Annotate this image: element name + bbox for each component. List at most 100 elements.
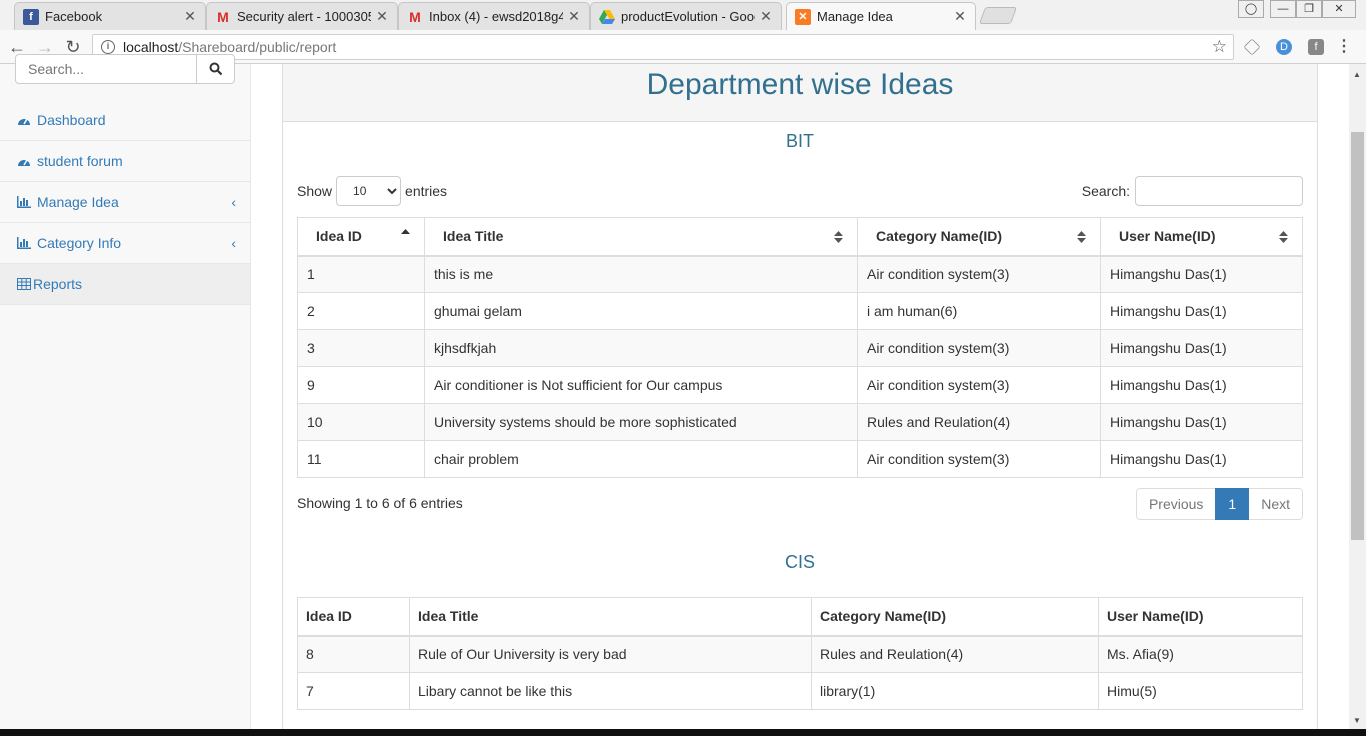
gmail-icon: M — [217, 8, 229, 25]
cell-user: Himu(5) — [1098, 672, 1303, 710]
search-label: Search: — [1081, 183, 1130, 199]
column-header-user: User Name(ID) — [1098, 597, 1303, 637]
user-icon[interactable]: ◯ — [1238, 0, 1264, 18]
tab-inbox[interactable]: M Inbox (4) - ewsd2018g4( ✕ — [398, 2, 590, 30]
datatable-controls: Show 10 entries Search: — [297, 175, 1303, 207]
table-row: 2 ghumai gelam i am human(6) Himangshu D… — [297, 292, 1303, 330]
table-row: 11 chair problem Air condition system(3)… — [297, 440, 1303, 478]
sidebar-item-manage-idea[interactable]: Manage Idea ‹ — [0, 182, 250, 223]
sidebar-item-dashboard[interactable]: Dashboard — [0, 100, 250, 141]
table-row: 9 Air conditioner is Not sufficient for … — [297, 366, 1303, 404]
section-title-cis: CIS — [784, 552, 815, 572]
column-header-label: Idea Title — [443, 228, 504, 245]
close-window-icon[interactable]: ✕ — [1322, 0, 1356, 18]
cell-idea-id: 9 — [297, 366, 425, 404]
tab-title: Facebook — [45, 9, 103, 24]
cell-idea-id: 11 — [297, 440, 425, 478]
table-icon — [17, 277, 31, 291]
facebook-extension-icon[interactable]: f — [1308, 39, 1324, 55]
cell-user: Himangshu Das(1) — [1100, 292, 1303, 330]
column-header-idea-title[interactable]: Idea Title — [424, 217, 858, 257]
table-search-input[interactable] — [1135, 176, 1303, 206]
close-icon[interactable]: ✕ — [375, 8, 389, 25]
sidebar-search-input[interactable] — [15, 54, 197, 84]
cell-idea-title: ghumai gelam — [424, 292, 858, 330]
sidebar-item-category-info[interactable]: Category Info ‹ — [0, 223, 250, 264]
sidebar-item-label: Dashboard — [37, 112, 106, 128]
sidebar-item-label: student forum — [37, 153, 123, 169]
pagination: Previous 1 Next — [1135, 488, 1303, 520]
google-drive-icon — [599, 9, 615, 25]
entries-select[interactable]: 10 — [336, 176, 402, 206]
next-button[interactable]: Next — [1248, 488, 1303, 520]
cell-user: Himangshu Das(1) — [1100, 255, 1303, 293]
panel-heading: Department wise Ideas — [283, 64, 1317, 122]
table-row: 8 Rule of Our University is very bad Rul… — [297, 635, 1303, 673]
table-row: 7 Libary cannot be like this library(1) … — [297, 672, 1303, 710]
table-header-row: Idea ID Idea Title Category Name(ID) Use… — [297, 597, 1303, 637]
sidebar-nav: Dashboard student forum Manage Idea ‹ Ca… — [0, 100, 250, 305]
tab-title: Security alert - 1000305( — [237, 9, 371, 24]
scroll-down-icon[interactable]: ▼ — [1353, 716, 1361, 725]
facebook-icon: f — [23, 8, 39, 25]
column-header-category[interactable]: Category Name(ID) — [857, 217, 1101, 257]
cell-category: Air condition system(3) — [857, 440, 1101, 478]
table-row: 1 this is me Air condition system(3) Him… — [297, 255, 1303, 293]
window-controls: ◯ — [1238, 0, 1264, 18]
close-icon[interactable]: ✕ — [953, 8, 967, 25]
tab-security-alert[interactable]: M Security alert - 1000305( ✕ — [206, 2, 398, 30]
scroll-up-icon[interactable]: ▲ — [1353, 70, 1361, 79]
cell-idea-title: Rule of Our University is very bad — [409, 635, 812, 673]
sidebar-item-label: Reports — [33, 276, 83, 292]
sort-both-icon — [834, 231, 843, 243]
page-scrollbar[interactable]: ▲ ▼ — [1349, 64, 1366, 729]
table-row: 3 kjhsdfkjah Air condition system(3) Him… — [297, 329, 1303, 367]
sort-both-icon — [1077, 231, 1086, 243]
cell-category: Air condition system(3) — [857, 366, 1101, 404]
tab-product-evolution[interactable]: productEvolution - Goog ✕ — [590, 2, 782, 30]
close-icon[interactable]: ✕ — [183, 8, 197, 25]
search-icon — [209, 62, 222, 76]
restore-icon[interactable]: ❐ — [1296, 0, 1322, 18]
cell-idea-id: 8 — [297, 635, 410, 673]
extension-icon[interactable] — [1243, 38, 1261, 56]
minimize-icon[interactable]: — — [1270, 0, 1296, 18]
tab-facebook[interactable]: f Facebook ✕ — [14, 2, 206, 30]
column-header-label: Idea ID — [316, 228, 362, 245]
cell-user: Himangshu Das(1) — [1100, 440, 1303, 478]
cell-idea-id: 3 — [297, 329, 425, 367]
menu-icon[interactable]: ⋮ — [1336, 39, 1352, 55]
bookmark-star-icon[interactable]: ☆ — [1212, 37, 1227, 57]
info-icon[interactable]: i — [101, 40, 115, 54]
close-icon[interactable]: ✕ — [567, 8, 581, 25]
column-header-idea-title: Idea Title — [409, 597, 812, 637]
dashboard-icon — [17, 154, 31, 168]
table-row: 10 University systems should be more sop… — [297, 403, 1303, 441]
table-info: Showing 1 to 6 of 6 entries — [297, 495, 463, 511]
column-header-idea-id[interactable]: Idea ID — [297, 217, 425, 257]
close-icon[interactable]: ✕ — [759, 8, 773, 25]
sidebar-item-reports[interactable]: Reports — [0, 264, 250, 305]
scrollbar-thumb[interactable] — [1351, 132, 1364, 540]
sort-both-icon — [1279, 231, 1288, 243]
cell-idea-title: this is me — [424, 255, 858, 293]
section-title-bit: BIT — [785, 131, 814, 151]
page-1-button[interactable]: 1 — [1215, 488, 1250, 520]
tab-manage-idea[interactable]: ✕ Manage Idea ✕ — [786, 2, 976, 30]
column-header-user[interactable]: User Name(ID) — [1100, 217, 1303, 257]
sidebar-item-student-forum[interactable]: student forum — [0, 141, 250, 182]
cell-idea-title: Libary cannot be like this — [409, 672, 812, 710]
bit-ideas-table: Idea ID Idea Title Category Name(ID) Use… — [297, 217, 1303, 478]
previous-button[interactable]: Previous — [1135, 488, 1217, 520]
chevron-left-icon: ‹ — [231, 235, 236, 251]
cell-idea-title: University systems should be more sophis… — [424, 403, 858, 441]
cell-user: Himangshu Das(1) — [1100, 403, 1303, 441]
tab-title: Manage Idea — [817, 9, 893, 24]
column-header-label: User Name(ID) — [1119, 228, 1216, 245]
os-taskbar — [0, 729, 1366, 736]
new-tab-button[interactable] — [978, 7, 1018, 24]
search-button[interactable] — [197, 54, 235, 84]
extension-d-icon[interactable]: D — [1276, 39, 1292, 55]
address-bar[interactable]: i localhost/Shareboard/public/report ☆ — [92, 34, 1234, 60]
gmail-icon: M — [409, 8, 421, 25]
